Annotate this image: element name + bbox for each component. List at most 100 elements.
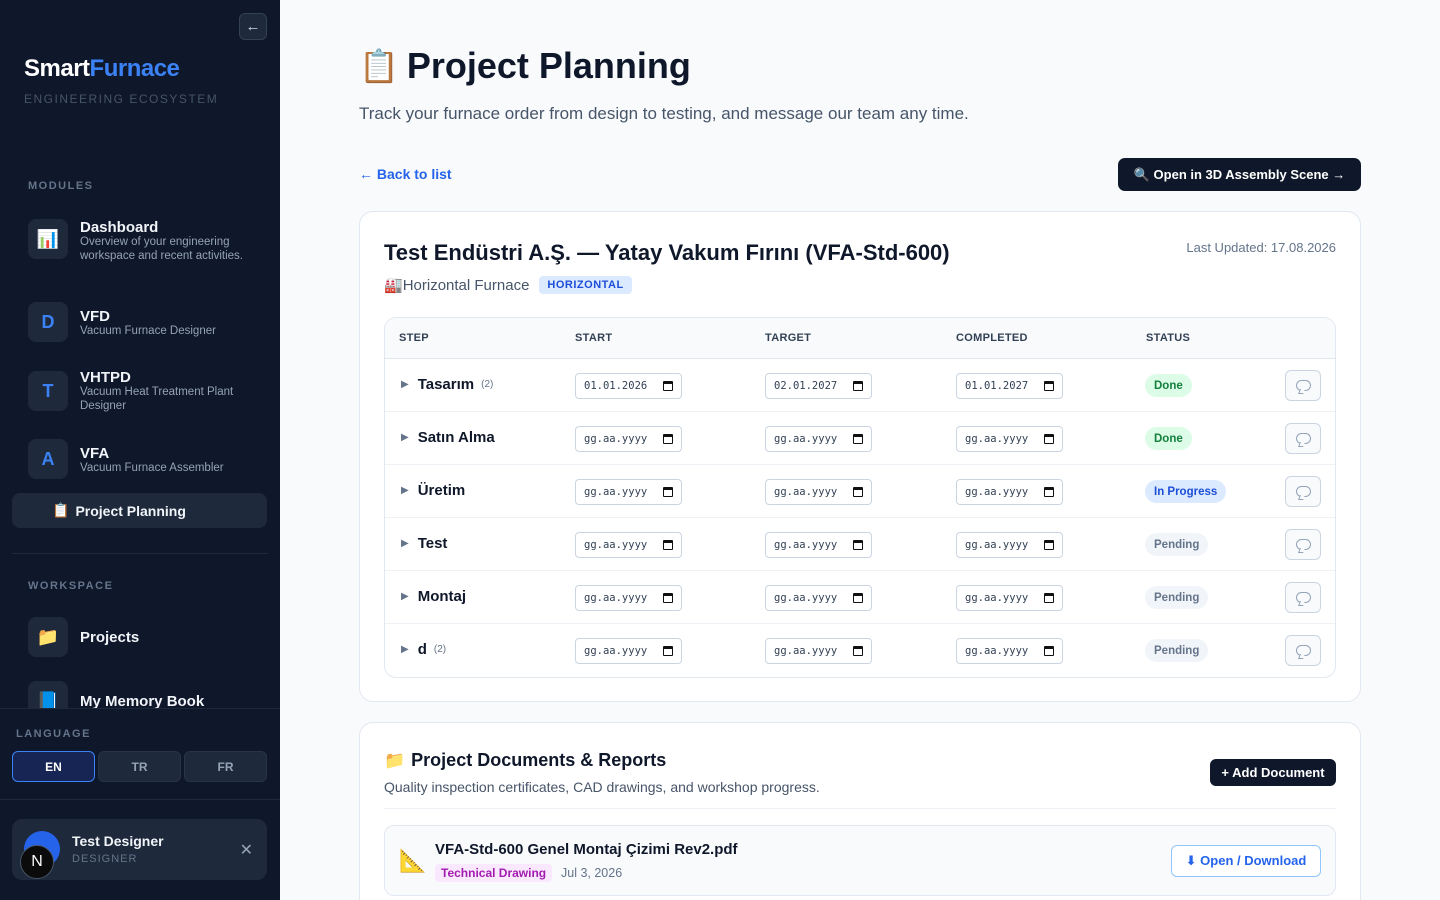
triangle-right-icon: ▶	[401, 432, 409, 443]
project-type-label: Horizontal Furnace	[402, 276, 530, 294]
sidebar-item-vhtpd[interactable]: T VHTPD Vacuum Heat Treatment Plant Desig…	[28, 369, 258, 413]
message-button[interactable]	[1285, 370, 1321, 401]
open-download-button[interactable]: ⬇ Open / Download	[1171, 845, 1321, 877]
calendar-icon[interactable]	[663, 593, 673, 603]
triangle-ruler-icon: 📐	[399, 848, 427, 873]
lang-fr-button[interactable]: FR	[184, 751, 267, 782]
calendar-icon[interactable]	[1044, 487, 1054, 497]
add-document-button[interactable]: + Add Document	[1210, 759, 1336, 786]
project-title: Test Endüstri A.Ş. — Yatay Vakum Fırını …	[384, 240, 950, 265]
step-toggle[interactable]: ▶ d (2)	[401, 641, 446, 658]
step-name: Satın Alma	[417, 429, 495, 446]
documents-card: 📁 Project Documents & Reports Quality in…	[359, 722, 1361, 900]
step-toggle[interactable]: ▶ Test	[401, 535, 454, 552]
calendar-icon[interactable]	[853, 593, 863, 603]
calendar-icon[interactable]	[853, 381, 863, 391]
main-content: 📋 Project Planning Track your furnace or…	[280, 0, 1440, 900]
completed-date-input[interactable]: gg.aa.yyyy	[956, 479, 1063, 505]
target-date-input[interactable]: gg.aa.yyyy	[765, 426, 872, 452]
calendar-icon[interactable]	[853, 434, 863, 444]
step-name: Test	[417, 535, 448, 552]
calendar-icon[interactable]	[663, 381, 673, 391]
message-button[interactable]	[1285, 423, 1321, 454]
lang-en-button[interactable]: EN	[12, 751, 95, 782]
message-button[interactable]	[1285, 476, 1321, 507]
status-badge: Done	[1145, 374, 1192, 397]
table-row: ▶ Satın Alma gg.aa.yyyy gg.aa.yyyy gg.aa.yyy…	[385, 412, 1335, 465]
last-updated: Last Updated: 17.08.2026	[1186, 240, 1336, 255]
sidebar-item-label: Projects	[80, 628, 140, 646]
message-button[interactable]	[1285, 529, 1321, 560]
start-date-input[interactable]: gg.aa.yyyy	[575, 585, 682, 611]
lang-tr-button[interactable]: TR	[98, 751, 181, 782]
completed-date-input[interactable]: gg.aa.yyyy	[956, 638, 1063, 664]
start-date-input[interactable]: 01.01.2026	[575, 373, 682, 399]
calendar-icon[interactable]	[1044, 381, 1054, 391]
calendar-icon[interactable]	[853, 540, 863, 550]
collapse-sidebar-button[interactable]: ←	[239, 13, 267, 40]
target-date-input[interactable]: gg.aa.yyyy	[765, 638, 872, 664]
message-button[interactable]	[1285, 582, 1321, 613]
completed-date-input[interactable]: gg.aa.yyyy	[956, 585, 1063, 611]
sidebar-item-project-planning[interactable]: 📋 Project Planning	[12, 493, 267, 528]
step-toggle[interactable]: ▶ Üretim	[401, 482, 472, 499]
triangle-right-icon: ▶	[401, 485, 409, 496]
table-row: ▶ Montaj gg.aa.yyyy gg.aa.yyyy gg.aa.yyyy Pen…	[385, 571, 1335, 624]
calendar-icon[interactable]	[663, 540, 673, 550]
sidebar-item-dashboard[interactable]: 📊 Dashboard Overview of your engineering …	[28, 219, 258, 263]
steps-table: STEP START TARGET COMPLETED STATUS ▶ Tasa…	[384, 317, 1336, 678]
documents-divider	[384, 808, 1336, 809]
step-name: d	[417, 641, 427, 658]
target-date-input[interactable]: gg.aa.yyyy	[765, 585, 872, 611]
vfa-letter-icon: A	[28, 439, 68, 479]
calendar-icon[interactable]	[853, 487, 863, 497]
close-icon[interactable]: ✕	[240, 840, 253, 860]
start-date-input[interactable]: gg.aa.yyyy	[575, 532, 682, 558]
modules-section-label: MODULES	[28, 180, 94, 192]
back-to-list-link[interactable]: ← Back to list	[359, 166, 452, 182]
start-date-input[interactable]: gg.aa.yyyy	[575, 426, 682, 452]
sidebar-item-label: Project Planning	[75, 502, 186, 519]
step-toggle[interactable]: ▶ Montaj	[401, 588, 473, 605]
completed-date-input[interactable]: 01.01.2027	[956, 373, 1063, 399]
status-badge: Pending	[1145, 639, 1209, 662]
message-button[interactable]	[1285, 635, 1321, 666]
user-card[interactable]: N Test Designer DESIGNER ✕	[12, 819, 267, 880]
start-date-input[interactable]: gg.aa.yyyy	[575, 479, 682, 505]
documents-title-text: Project Documents & Reports	[411, 750, 667, 770]
workspace-section-label: WORKSPACE	[28, 580, 114, 592]
step-toggle[interactable]: ▶ Tasarım (2)	[401, 376, 493, 393]
chat-bubble-icon	[1295, 433, 1311, 444]
calendar-icon[interactable]	[663, 646, 673, 656]
sidebar-item-vfa[interactable]: A VFA Vacuum Furnace Assembler	[28, 439, 258, 479]
step-toggle[interactable]: ▶ Satın Alma	[401, 429, 502, 446]
start-date-input[interactable]: gg.aa.yyyy	[575, 638, 682, 664]
completed-date-input[interactable]: gg.aa.yyyy	[956, 532, 1063, 558]
calendar-icon[interactable]	[853, 646, 863, 656]
step-name: Tasarım	[417, 376, 475, 393]
sidebar-item-title: VFD	[80, 308, 110, 325]
sidebar-item-vfd[interactable]: D VFD Vacuum Furnace Designer	[28, 302, 258, 342]
calendar-icon[interactable]	[663, 487, 673, 497]
target-date-input[interactable]: 02.01.2027	[765, 373, 872, 399]
sidebar-item-projects[interactable]: 📁 Projects	[28, 617, 139, 657]
calendar-icon[interactable]	[663, 434, 673, 444]
target-date-input[interactable]: gg.aa.yyyy	[765, 532, 872, 558]
calendar-icon[interactable]	[1044, 593, 1054, 603]
column-header: COMPLETED	[956, 332, 1028, 344]
sidebar: ← SmartFurnace ENGINEERING ECOSYSTEM MOD…	[0, 0, 280, 900]
brand-logo[interactable]: SmartFurnace	[24, 55, 180, 83]
target-date-input[interactable]: gg.aa.yyyy	[765, 479, 872, 505]
calendar-icon[interactable]	[1044, 646, 1054, 656]
completed-date-input[interactable]: gg.aa.yyyy	[956, 426, 1063, 452]
calendar-icon[interactable]	[1044, 540, 1054, 550]
column-header: STATUS	[1146, 332, 1191, 344]
page-title: 📋 Project Planning	[359, 45, 691, 87]
triangle-right-icon: ▶	[401, 644, 409, 655]
column-header: TARGET	[765, 332, 812, 344]
open-3d-assembly-button[interactable]: 🔍 Open in 3D Assembly Scene →	[1118, 158, 1361, 191]
page-subtitle: Track your furnace order from design to …	[359, 104, 969, 123]
calendar-icon[interactable]	[1044, 434, 1054, 444]
triangle-right-icon: ▶	[401, 538, 409, 549]
column-header: STEP	[399, 332, 429, 344]
